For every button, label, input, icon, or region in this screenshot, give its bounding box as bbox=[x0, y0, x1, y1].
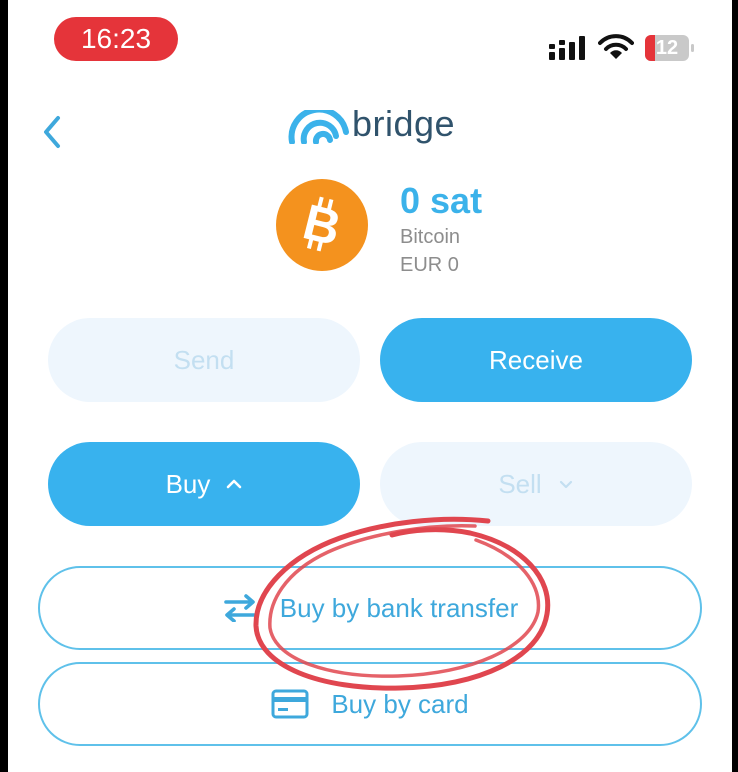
status-time: 16:23 bbox=[54, 17, 178, 61]
chevron-left-icon bbox=[44, 116, 60, 148]
credit-card-icon bbox=[271, 689, 309, 719]
send-label: Send bbox=[173, 344, 235, 375]
buy-label: Buy bbox=[165, 468, 211, 499]
buy-bank-transfer-option[interactable]: Buy by bank transfer bbox=[38, 566, 702, 650]
signal-icon bbox=[549, 36, 585, 60]
send-button[interactable]: Send bbox=[48, 318, 360, 402]
buy-button[interactable]: Buy bbox=[48, 442, 360, 526]
buy-bank-transfer-label: Buy by bank transfer bbox=[279, 592, 519, 623]
sell-button[interactable]: Sell bbox=[380, 442, 692, 526]
buy-card-option[interactable]: Buy by card bbox=[38, 662, 702, 746]
chevron-up-icon bbox=[227, 479, 242, 489]
buy-card-label: Buy by card bbox=[331, 688, 469, 719]
receive-label: Receive bbox=[489, 344, 583, 375]
chevron-down-icon bbox=[559, 480, 572, 489]
transfer-arrows-icon bbox=[223, 594, 256, 622]
balance-amount: 0 sat bbox=[400, 180, 483, 221]
brand-logo: bridge bbox=[288, 104, 455, 144]
wifi-icon bbox=[598, 34, 634, 59]
battery-level: 12 bbox=[655, 36, 679, 59]
asset-name: Bitcoin bbox=[400, 226, 461, 248]
brand-wordmark: bridge bbox=[352, 103, 456, 144]
fiat-balance: EUR 0 bbox=[400, 254, 459, 276]
screen-frame-left bbox=[0, 0, 8, 772]
bridge-arc-icon bbox=[288, 110, 349, 144]
receive-button[interactable]: Receive bbox=[380, 318, 692, 402]
sell-label: Sell bbox=[498, 468, 542, 499]
bitcoin-icon: B bbox=[276, 179, 368, 271]
battery-icon: 12 bbox=[645, 35, 689, 61]
screen-frame-right bbox=[732, 0, 738, 772]
back-button[interactable] bbox=[36, 110, 72, 154]
battery-tip bbox=[691, 44, 694, 52]
